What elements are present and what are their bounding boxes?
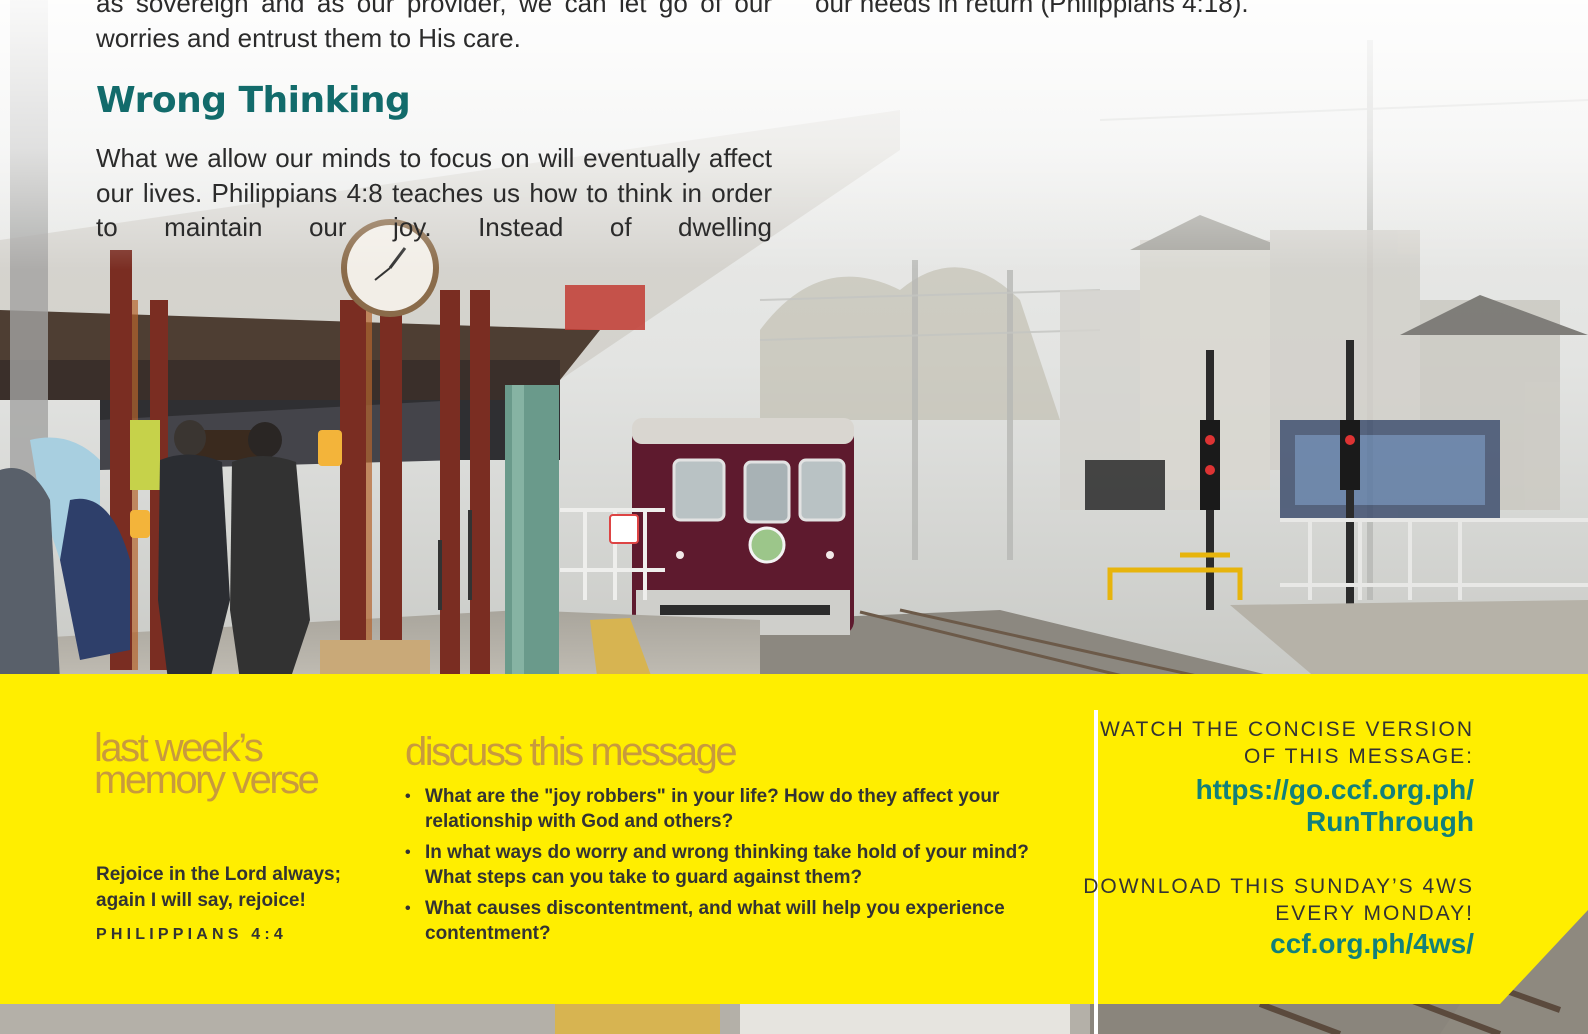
discussion-question-list: What are the "joy robbers" in your life?… — [405, 784, 1065, 952]
download-label: DOWNLOAD THIS SUNDAY’S 4WS EVERY MONDAY! — [1083, 875, 1474, 925]
download-link[interactable]: ccf.org.ph/4ws/ — [1094, 928, 1474, 960]
section-heading: Wrong Thinking — [96, 80, 411, 121]
watch-link[interactable]: https://go.ccf.org.ph/ RunThrough — [1094, 774, 1474, 838]
discussion-title: discuss this message — [405, 730, 738, 774]
intro-paragraph-right: our needs in return (Philippians 4:18). — [815, 0, 1249, 18]
section-body: What we allow our minds to focus on will… — [96, 143, 772, 242]
discussion-question: What causes discontentment, and what wil… — [405, 896, 1065, 946]
memory-discussion-band: last week’s memory verse Rejoice in the … — [0, 674, 1588, 1034]
discussion-question: What are the "joy robbers" in your life?… — [405, 784, 1065, 834]
memory-verse-text: Rejoice in the Lord always; again I will… — [96, 864, 341, 911]
memory-verse-title: last week’s memory verse — [94, 726, 320, 802]
intro-paragraph-left: as sovereign and as our provider, we can… — [96, 0, 772, 53]
watch-label: WATCH THE CONCISE VERSION OF THIS MESSAG… — [1100, 718, 1474, 768]
discussion-question: In what ways do worry and wrong thinking… — [405, 840, 1065, 890]
memory-verse-reference: PHILIPPIANS 4:4 — [96, 926, 288, 943]
page: as sovereign and as our provider, we can… — [0, 0, 1588, 1034]
